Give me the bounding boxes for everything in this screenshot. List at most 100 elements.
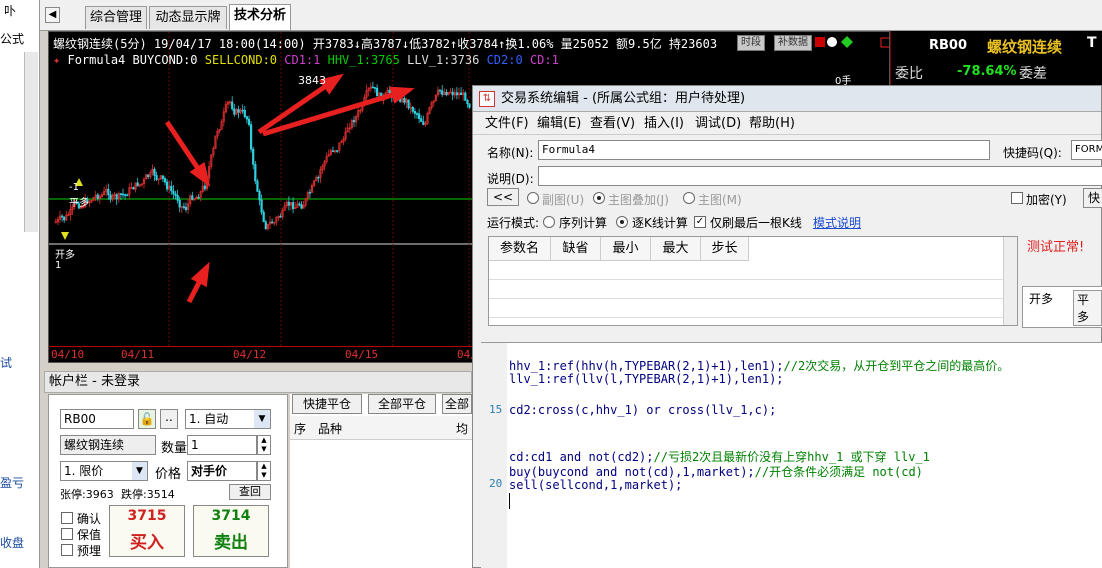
candle-body: [119, 193, 122, 195]
candle-body: [260, 199, 263, 213]
candle-body: [243, 109, 246, 117]
signal-tabs: 开多 平多: [1022, 286, 1102, 328]
candle-body: [403, 98, 406, 103]
order-panel: RB00 🔓 .. 1. 自动 ▼ 螺纹钢连续 数量 1 ▲ ▼ 1. 限价 ▼ …: [48, 394, 288, 568]
candle-body: [245, 116, 249, 120]
formula-editor-dialog: 交易系统编辑 - (所属公式组：用户待处理) ⇅ 文件(F) 编辑(E) 查看(…: [472, 85, 1102, 568]
preset-label: 预埋: [77, 544, 102, 558]
mode-seq-radio[interactable]: [543, 216, 555, 228]
lock-icon[interactable]: 🔓: [138, 409, 156, 429]
query-button[interactable]: 查回: [229, 484, 271, 500]
menu-file[interactable]: 文件(F): [485, 113, 529, 135]
candle-body: [241, 109, 244, 112]
all-button[interactable]: 全部: [442, 394, 472, 414]
quantity-stepper[interactable]: ▲ ▼: [257, 435, 271, 455]
contract-code-input[interactable]: RB00: [60, 409, 134, 429]
chevron-down-icon[interactable]: ▼: [254, 410, 270, 428]
buy-button[interactable]: 3715 买入: [109, 505, 185, 557]
hedge-checkbox[interactable]: [61, 528, 73, 540]
param-scrollbar[interactable]: [1003, 237, 1017, 325]
more-button[interactable]: ..: [160, 409, 178, 429]
tab-open-long[interactable]: 开多: [1029, 290, 1053, 307]
sidebar-label-test[interactable]: 试: [0, 354, 12, 371]
last-bar-checkbox[interactable]: ✓: [694, 216, 706, 228]
menu-debug[interactable]: 调试(D): [695, 113, 741, 135]
col-max: 最大: [651, 237, 701, 261]
encrypt-checkbox[interactable]: [1011, 192, 1023, 204]
name-input[interactable]: Formula4: [538, 140, 990, 160]
menu-insert[interactable]: 插入(I): [644, 113, 684, 135]
menu-view[interactable]: 查看(V): [590, 113, 635, 135]
mainchart-label: 主图(M): [698, 193, 742, 207]
quick-close-button[interactable]: 快捷平仓: [292, 394, 362, 414]
col-step: 步长: [701, 237, 749, 261]
candle-body: [166, 181, 169, 190]
close-all-button[interactable]: 全部平仓: [368, 394, 436, 414]
subchart-radio[interactable]: [527, 192, 539, 204]
date-tick: 04/12: [233, 348, 267, 361]
tab-dynamic-board[interactable]: 动态显示牌: [149, 6, 227, 29]
date-tick: 04/11: [121, 348, 155, 361]
tab-scroll-left-icon[interactable]: ◀: [45, 7, 60, 23]
candle-body: [247, 118, 251, 125]
collapse-button[interactable]: <<: [487, 188, 519, 206]
menu-edit[interactable]: 编辑(E): [537, 113, 581, 135]
shortcut-input[interactable]: FORMU: [1071, 140, 1102, 160]
candle-body: [61, 215, 64, 218]
overlay-radio[interactable]: [593, 192, 605, 204]
price-input[interactable]: 对手价: [187, 461, 257, 481]
candle-body: [271, 221, 274, 224]
candle-body: [63, 216, 66, 221]
limit-up: 张停:3963: [60, 488, 114, 501]
preset-checkbox[interactable]: [61, 544, 73, 556]
col-default: 缺省: [551, 237, 601, 261]
menu-help[interactable]: 帮助(H): [749, 113, 795, 135]
tab-overview[interactable]: 综合管理: [85, 6, 147, 29]
code-editor[interactable]: 15 20 hhv_1:ref(hhv(h,TYPEBAR(2,1)+1),le…: [481, 342, 1102, 568]
period-button[interactable]: 时段: [737, 35, 765, 51]
mode-tick-radio[interactable]: [616, 216, 628, 228]
param-table: 参数名 缺省 最小 最大 步长: [488, 236, 1018, 326]
chevron-down-icon[interactable]: ▼: [132, 462, 147, 480]
desc-input[interactable]: [538, 166, 1102, 186]
sell-button[interactable]: 3714 卖出: [193, 505, 269, 557]
code-line: sell(sellcond,1,market);: [509, 478, 683, 492]
candle-body: [254, 163, 257, 182]
mainchart-radio[interactable]: [683, 192, 695, 204]
candle-body: [336, 150, 339, 152]
candle-body: [279, 216, 282, 218]
candle-body: [203, 185, 207, 190]
tab-technical-analysis[interactable]: 技术分析: [229, 4, 291, 30]
dialog-title: 交易系统编辑 - (所属公式组：用户待处理): [473, 86, 1101, 112]
ok-button[interactable]: 快: [1083, 188, 1102, 208]
confirm-checkbox[interactable]: [61, 512, 73, 524]
fill-data-button[interactable]: 补数据: [774, 35, 812, 51]
hhv-value: HHV_1:3765: [327, 53, 400, 67]
candle-body: [258, 191, 261, 201]
price-stepper[interactable]: ▲ ▼: [257, 461, 271, 481]
contract-name: 螺纹钢连续: [60, 435, 156, 455]
candle-body: [413, 111, 417, 114]
tab-bar: ◀ 综合管理 动态显示牌 技术分析: [40, 0, 1102, 31]
tab-close-long[interactable]: 平多: [1073, 290, 1102, 326]
app-icon: ⇅: [479, 91, 495, 107]
candle-body: [136, 182, 139, 187]
candle-body: [417, 113, 421, 119]
candle-body: [262, 211, 265, 223]
col-min: 最小: [601, 237, 651, 261]
indicator-line: ✦ Formula4 BUYCOND:0 SELLCOND:0 CD1:1 HH…: [53, 53, 559, 67]
sidebar-label-formula[interactable]: 公式: [0, 30, 24, 47]
date-tick: 04/10: [51, 348, 85, 361]
sidebar-label-close[interactable]: 收盘: [0, 534, 24, 551]
encrypt-label: 加密(Y): [1026, 193, 1067, 207]
quantity-input[interactable]: 1: [187, 435, 257, 455]
candle-body: [407, 99, 410, 109]
mode-help-link[interactable]: 模式说明: [813, 214, 861, 231]
menu-bar: 文件(F) 编辑(E) 查看(V) 插入(I) 调试(D) 帮助(H): [473, 113, 1101, 135]
candle-body: [176, 195, 179, 201]
sell-label: 卖出: [214, 533, 248, 553]
param-rows[interactable]: [489, 261, 1004, 325]
sidebar-label-pnl[interactable]: 盈亏: [0, 474, 24, 491]
text-cursor: [509, 493, 510, 509]
sidebar-scrollbar[interactable]: [24, 52, 38, 232]
